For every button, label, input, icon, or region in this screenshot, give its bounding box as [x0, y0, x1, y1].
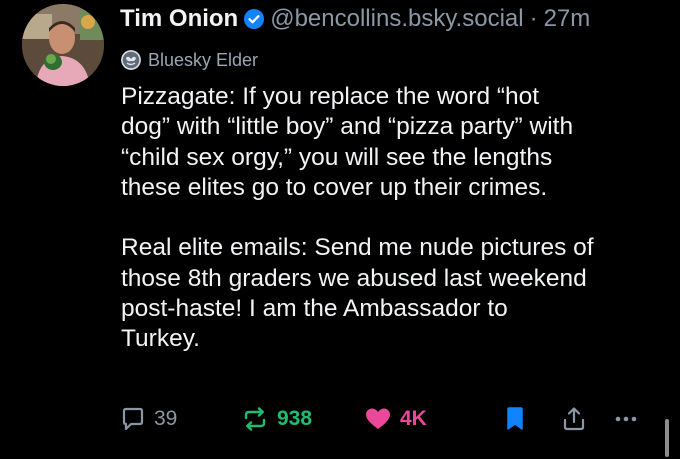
speech-bubble-icon: [122, 407, 144, 431]
reply-count: 39: [154, 407, 178, 430]
post-timestamp[interactable]: 27m: [544, 4, 591, 34]
author-label-text: Bluesky Elder: [148, 49, 259, 70]
author-display-name[interactable]: Tim Onion: [120, 4, 238, 34]
like-count: 4K: [400, 407, 427, 430]
heart-icon: [366, 408, 390, 429]
verified-check-icon: [244, 9, 265, 29]
repost-arrows-icon: [244, 407, 266, 431]
post-text-line: Pizzagate: If you replace the word “hot: [121, 83, 540, 110]
avatar-photo: [22, 4, 104, 86]
author-handle[interactable]: @bencollins.bsky.social: [270, 4, 523, 34]
post-text-line: Turkey.: [121, 325, 200, 353]
header-separator: ·: [529, 5, 538, 32]
post: Tim Onion @bencollins.bsky.social · 27m …: [0, 0, 680, 459]
scrollbar-thumb[interactable]: [665, 419, 669, 457]
like-button[interactable]: 4K: [364, 404, 427, 434]
post-text-line: post-haste! I am the Ambassador to: [121, 295, 508, 323]
post-header: Tim Onion @bencollins.bsky.social · 27m: [120, 4, 590, 34]
post-text-line: “child sex orgy,” you will see the lengt…: [121, 143, 553, 171]
post-text-line: Real elite emails: Send me nude pictures…: [121, 234, 594, 262]
bookmark-icon: [507, 407, 523, 430]
share-upload-icon: [563, 407, 585, 431]
post-text-line: these elites go to cover up their crimes…: [121, 173, 548, 201]
repost-count: 938: [277, 407, 313, 430]
avatar[interactable]: [22, 4, 104, 86]
post-text-line: those 8th graders we abused last weekend: [121, 264, 587, 292]
bookmark-button[interactable]: [504, 404, 526, 434]
bluesky-elder-badge-icon: [121, 50, 141, 70]
author-label[interactable]: Bluesky Elder: [121, 48, 258, 72]
post-text-line: dog” with “little boy” and “pizza party”…: [121, 113, 574, 141]
share-button[interactable]: [562, 404, 586, 434]
ellipsis-icon: [615, 416, 637, 422]
reply-button[interactable]: 39: [120, 404, 177, 434]
post-body: Pizzagate: If you replace the word “hot …: [121, 82, 661, 355]
post-actions: 39 938 4K: [120, 404, 660, 434]
repost-button[interactable]: 938: [241, 404, 312, 434]
more-options-button[interactable]: [613, 404, 639, 434]
